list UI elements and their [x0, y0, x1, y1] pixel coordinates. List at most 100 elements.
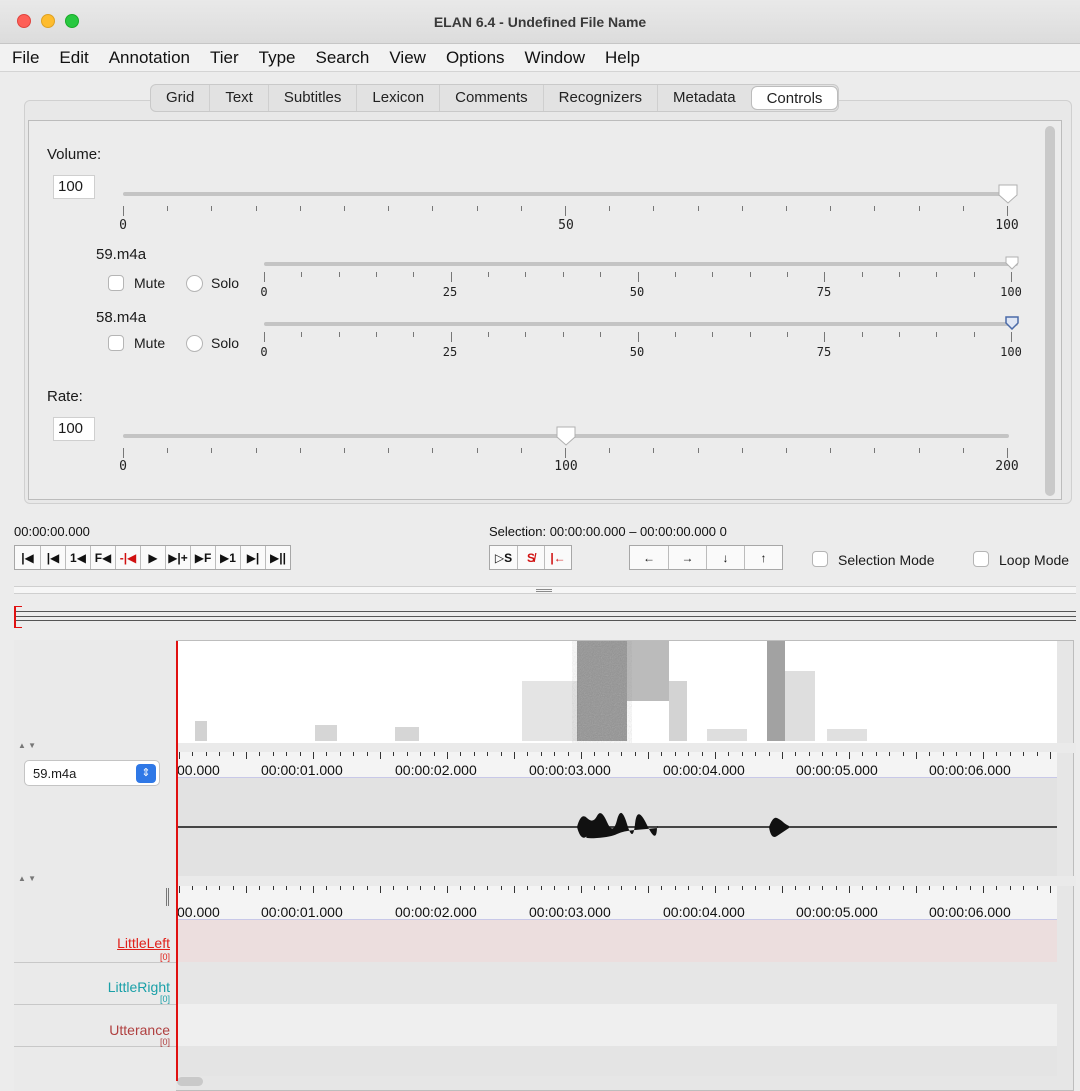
ruler-tick — [326, 886, 328, 890]
slider-tick — [600, 272, 602, 277]
menu-file[interactable]: File — [0, 48, 49, 68]
ruler-tick — [782, 886, 783, 893]
arrow-right-button[interactable]: → — [668, 546, 706, 569]
spectrogram-view[interactable] — [177, 641, 1057, 743]
ruler-tick — [554, 886, 556, 890]
previous-second-button[interactable]: 1◀ — [65, 546, 90, 569]
slider-tick — [413, 272, 415, 277]
ruler-tick — [500, 752, 502, 756]
slider-tick — [609, 448, 611, 453]
chevron-updown-icon[interactable]: ⇕ — [136, 764, 156, 783]
track-volume-slider-track[interactable] — [264, 322, 1018, 326]
volume-field[interactable]: 100 — [53, 175, 95, 199]
previous-frame-set-button[interactable]: |◀ — [40, 546, 65, 569]
menu-type[interactable]: Type — [249, 48, 306, 68]
tab-recognizers[interactable]: Recognizers — [542, 85, 657, 111]
slider-tick — [874, 206, 876, 211]
track-volume-slider-track[interactable] — [264, 262, 1018, 266]
ruler-tick — [701, 886, 703, 890]
overview-strip[interactable] — [14, 600, 1076, 634]
menu-annotation[interactable]: Annotation — [99, 48, 200, 68]
tier-row-littleleft[interactable] — [177, 920, 1057, 962]
menu-window[interactable]: Window — [515, 48, 595, 68]
track-volume-slider-thumb[interactable] — [1005, 256, 1019, 270]
ruler-tick — [406, 886, 408, 890]
tab-metadata[interactable]: Metadata — [657, 85, 751, 111]
slider-tick — [653, 206, 655, 211]
go-to-begin-button[interactable]: |◀ — [15, 546, 40, 569]
split-pane-divider[interactable] — [14, 586, 1076, 594]
controls-vertical-scrollbar[interactable] — [1045, 126, 1055, 496]
menu-bar: File Edit Annotation Tier Type Search Vi… — [0, 44, 1080, 72]
track-volume-slider-thumb[interactable] — [1005, 316, 1019, 330]
viewer-resize-bar[interactable]: ▲ ▼ — [14, 874, 1076, 886]
ruler-tick — [835, 886, 837, 890]
ruler-tick — [607, 752, 609, 756]
go-to-selection-begin-button[interactable]: |← — [544, 546, 571, 569]
tab-lexicon[interactable]: Lexicon — [356, 85, 439, 111]
slider-tick — [697, 206, 699, 211]
menu-help[interactable]: Help — [595, 48, 650, 68]
selection-mode-checkbox[interactable] — [812, 551, 828, 567]
next-second-button[interactable]: ▶1 — [215, 546, 240, 569]
track-tick-label: 50 — [629, 345, 645, 359]
slider-tick — [653, 448, 655, 453]
menu-search[interactable]: Search — [306, 48, 380, 68]
slider-tick — [123, 206, 124, 216]
arrow-up-button[interactable]: ↑ — [744, 546, 782, 569]
tab-comments[interactable]: Comments — [439, 85, 543, 111]
timeline-horizontal-scrollbar[interactable] — [177, 1077, 203, 1086]
rate-field[interactable]: 100 — [53, 417, 95, 441]
ruler-tick — [902, 886, 904, 890]
tier-row-littleright[interactable] — [177, 962, 1057, 1004]
tier-row-utterance[interactable] — [177, 1004, 1057, 1046]
arrow-down-button[interactable]: ↓ — [706, 546, 744, 569]
annotation-time-ruler[interactable]: 00.000 00:00:01.000 00:00:02.000 00:00:0… — [177, 886, 1057, 920]
solo-radio[interactable] — [186, 275, 203, 292]
tab-subtitles[interactable]: Subtitles — [267, 85, 357, 111]
tier-column-resize-handle[interactable] — [166, 888, 169, 906]
ruler-tick — [473, 886, 475, 890]
tab-text[interactable]: Text — [209, 85, 268, 111]
tier-name-utterance[interactable]: Utterance — [40, 1022, 170, 1038]
clear-selection-button[interactable]: S̸ — [517, 546, 544, 569]
controls-panel — [28, 120, 1062, 500]
rate-slider-thumb[interactable] — [555, 425, 577, 447]
slider-tick — [264, 272, 265, 282]
solo-radio[interactable] — [186, 335, 203, 352]
tab-controls[interactable]: Controls — [750, 86, 839, 110]
tier-name-littleright[interactable]: LittleRight — [40, 979, 170, 995]
ruler-tick — [634, 752, 636, 756]
play-button[interactable]: ▶ — [140, 546, 165, 569]
loop-mode-label: Loop Mode — [999, 552, 1070, 568]
slider-tick — [432, 448, 434, 453]
slider-tick — [299, 448, 301, 453]
play-selection-button[interactable]: ▷S — [490, 546, 517, 569]
next-frame-set-button[interactable]: ▶| — [240, 546, 265, 569]
next-frame-button[interactable]: ▶F — [190, 546, 215, 569]
arrow-left-button[interactable]: ← — [630, 546, 668, 569]
slider-tick — [264, 332, 265, 342]
menu-view[interactable]: View — [379, 48, 436, 68]
ruler-tick — [326, 752, 328, 756]
mute-checkbox[interactable] — [108, 275, 124, 291]
ruler-tick — [1023, 752, 1025, 756]
time-ruler[interactable]: 00.000 00:00:01.000 00:00:02.000 00:00:0… — [177, 752, 1057, 778]
loop-mode-checkbox[interactable] — [973, 551, 989, 567]
next-pixel-button[interactable]: ▶|+ — [165, 546, 190, 569]
ruler-tick — [219, 752, 221, 756]
ruler-tick — [983, 752, 984, 759]
previous-frame-button[interactable]: F◀ — [90, 546, 115, 569]
menu-edit[interactable]: Edit — [49, 48, 98, 68]
mute-checkbox[interactable] — [108, 335, 124, 351]
volume-slider-thumb[interactable] — [997, 183, 1019, 205]
waveform-view[interactable] — [177, 778, 1057, 876]
tier-count: [0] — [159, 952, 170, 962]
menu-options[interactable]: Options — [436, 48, 515, 68]
tab-grid[interactable]: Grid — [151, 85, 209, 111]
menu-tier[interactable]: Tier — [200, 48, 249, 68]
volume-slider-track[interactable] — [123, 192, 1009, 196]
go-to-end-button[interactable]: ▶|| — [265, 546, 290, 569]
previous-pixel-button[interactable]: -|◀ — [115, 546, 140, 569]
tier-name-littleleft[interactable]: LittleLeft — [40, 935, 170, 951]
